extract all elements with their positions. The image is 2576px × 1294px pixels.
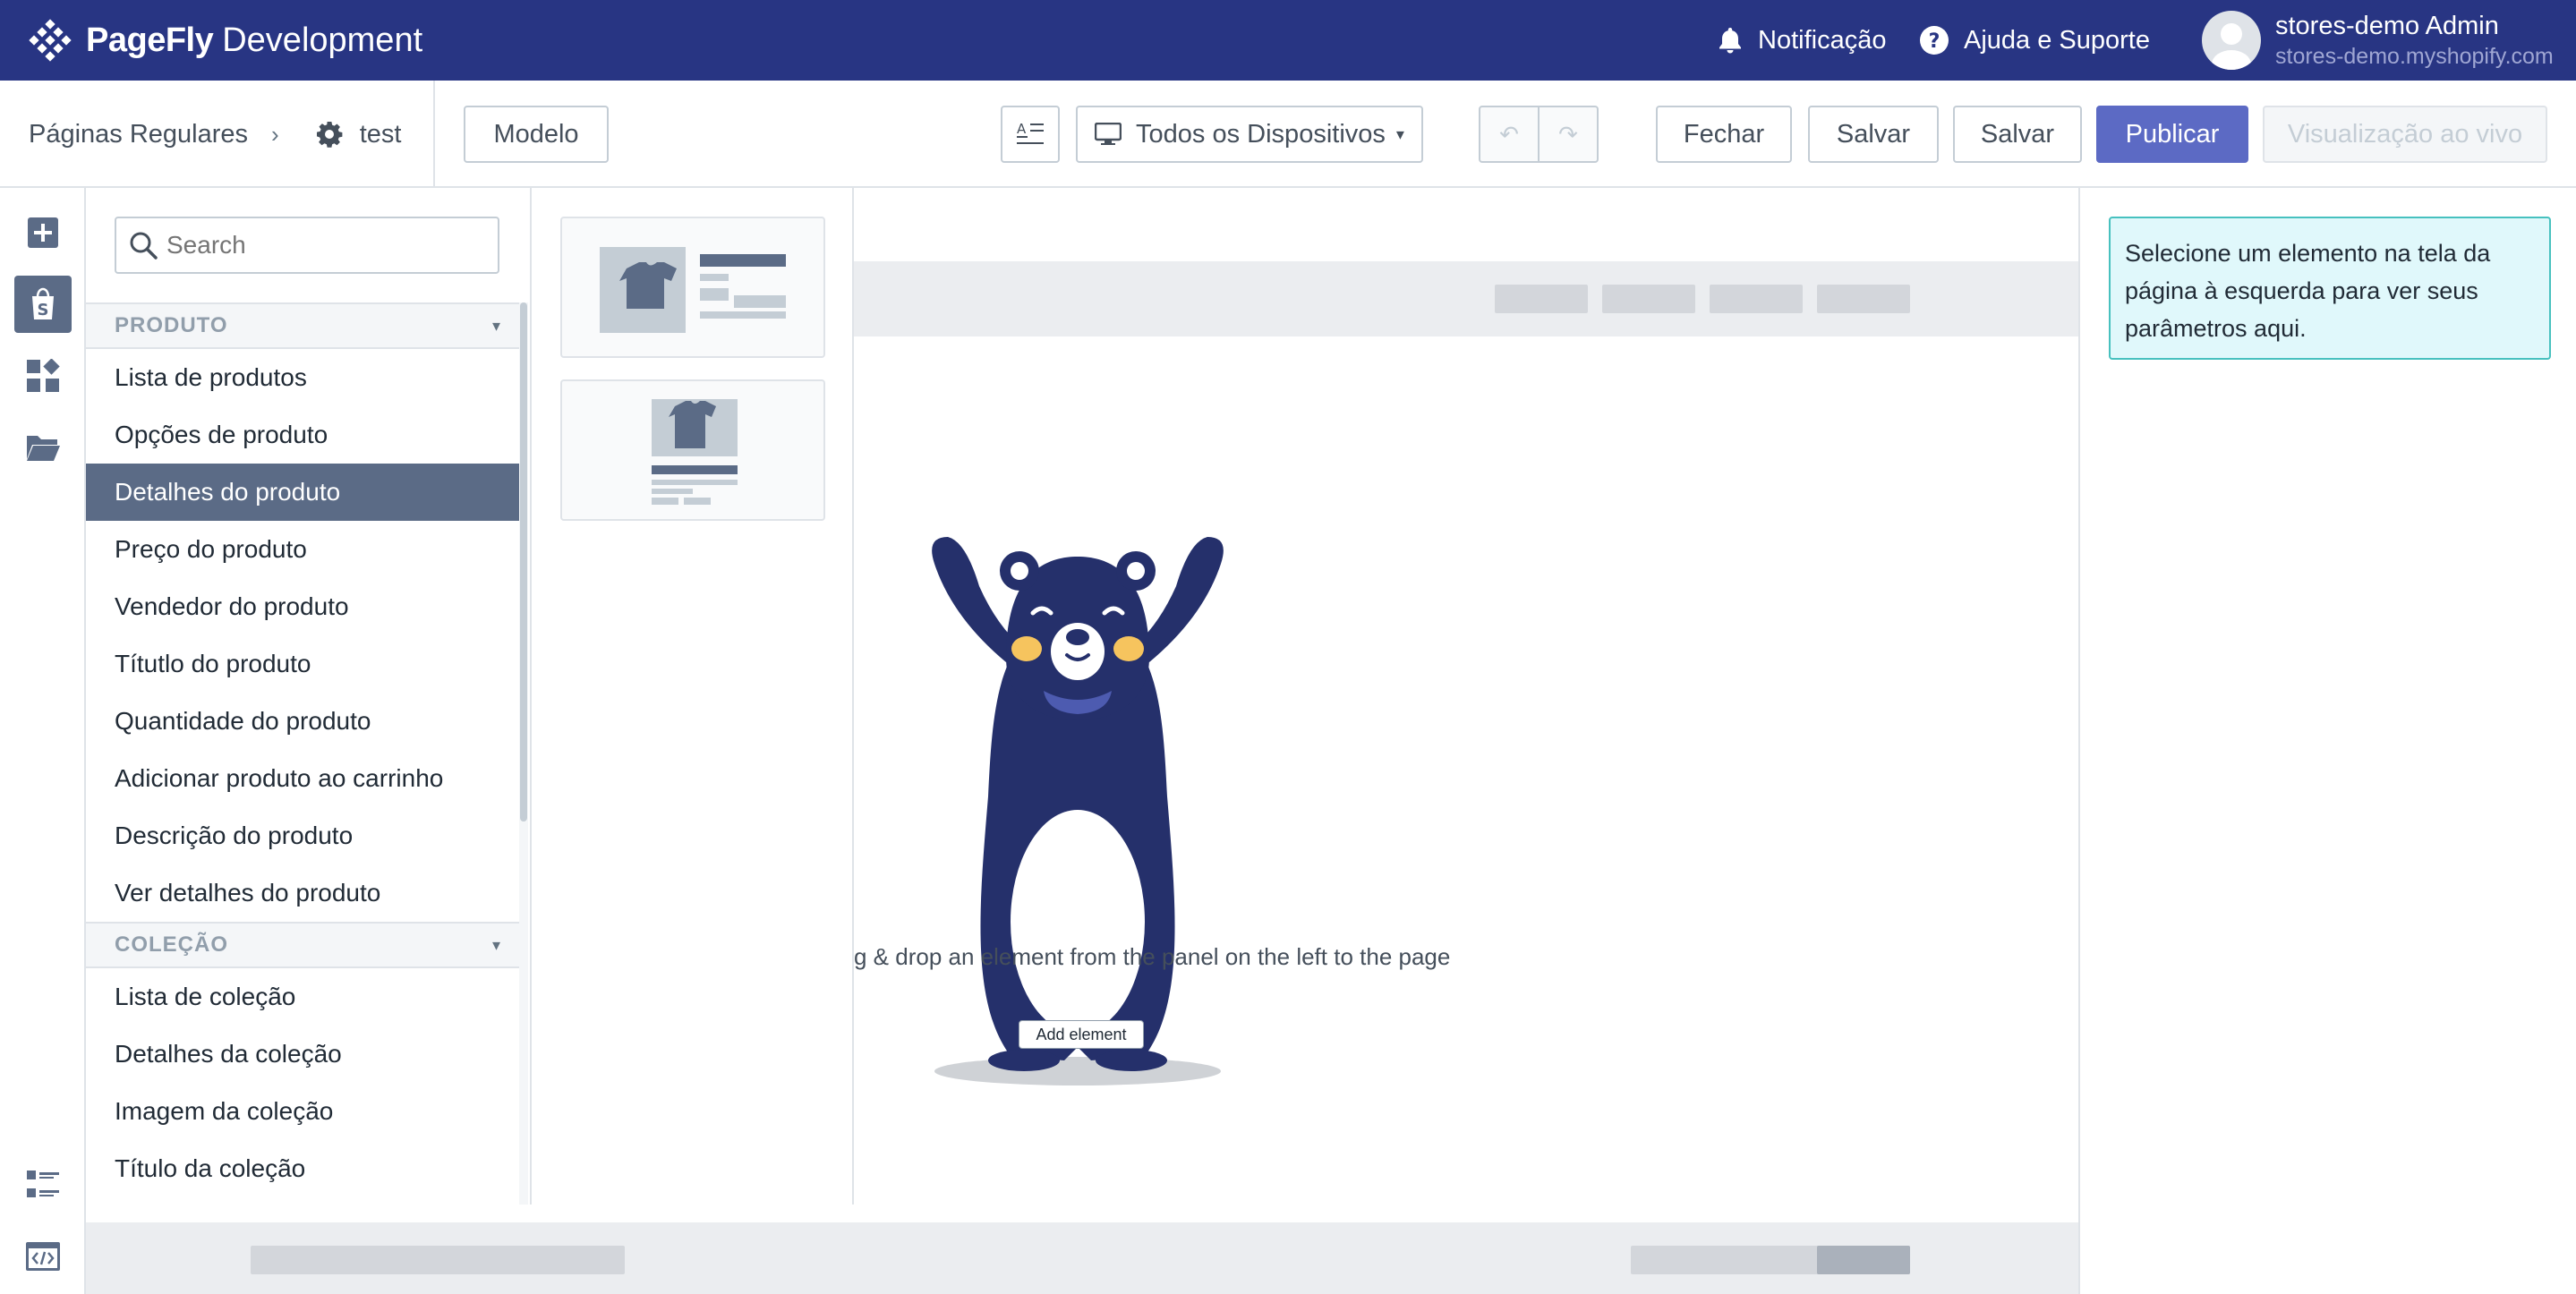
list-item[interactable]: Imagem da coleção [86,1083,519,1140]
breadcrumb-current[interactable]: test [360,120,402,149]
icon-rail: S [0,188,86,1294]
scrollbar-thumb[interactable] [520,302,527,822]
list-item[interactable]: Descrição do produto [86,807,519,864]
placeholder-bar [1817,1246,1910,1274]
product-layout-vertical-icon [652,399,738,505]
list-item[interactable]: Lista de coleção [86,968,519,1026]
shopify-bag-icon: S [32,287,54,319]
settings-panel: Selecione um elemento na tela da página … [2078,188,2576,1294]
code-window-icon [26,1242,60,1271]
live-preview-button[interactable]: Visualização ao vivo [2263,106,2547,163]
user-menu[interactable]: stores-demo Admin stores-demo.myshopify.… [2202,5,2554,75]
list-item[interactable]: Quantidade do produto [86,693,519,750]
notification-button[interactable]: Notificação [1717,18,1886,63]
pagefly-editor: PageFly Development Notificação ? Ajuda … [0,0,2576,1294]
placeholder-bar [1602,285,1695,313]
product-layout-horizontal-icon [600,247,786,333]
folder-open-icon [27,436,60,461]
template-button[interactable]: Modelo [464,106,609,163]
placeholder-bar [1710,285,1803,313]
breadcrumb-separator: › [271,120,279,148]
settings-info-banner: Selecione um elemento na tela da página … [2109,217,2551,360]
device-select[interactable]: Todos os Dispositivos ▾ [1076,106,1423,163]
toolbar-divider [433,81,435,188]
list-item[interactable]: Detalhes da coleção [86,1026,519,1083]
list-item[interactable]: Título da coleção [86,1140,519,1197]
editor-toolbar: Páginas Regulares › test Modelo A Todos … [0,81,2576,188]
folder-icon[interactable] [14,419,72,476]
monitor-icon [1095,123,1122,145]
category-list: PRODUTO ▾ Lista de produtos Opções de pr… [86,302,519,1205]
question-circle-icon: ? [1920,26,1949,55]
add-element-icon[interactable] [14,204,72,261]
category-title: PRODUTO [115,313,228,337]
code-icon[interactable] [14,1228,72,1285]
widgets-icon[interactable] [14,347,72,404]
brand[interactable]: PageFly Development [29,16,422,64]
text-format-icon: A [1017,121,1044,144]
list-item[interactable]: Preço do produto [86,521,519,578]
text-format-button[interactable]: A [1001,106,1060,163]
user-name: stores-demo Admin [2275,12,2499,40]
placeholder-bar [1817,285,1910,313]
svg-text:S: S [38,301,49,319]
list-item[interactable]: Opções de produto [86,406,519,464]
plus-square-icon [28,217,58,248]
brand-name: PageFly [86,21,214,59]
bell-icon [1719,28,1741,54]
user-silhouette-icon [2212,23,2251,70]
list-item[interactable]: Ver detalhes do produto [86,864,519,922]
list-icon[interactable] [14,1156,72,1213]
variant-card[interactable] [560,217,825,358]
caret-down-icon: ▾ [491,316,501,335]
chevron-down-icon: ▾ [1395,124,1404,143]
undo-button[interactable]: ↶ [1480,107,1538,161]
redo-button[interactable]: ↷ [1538,107,1597,161]
placeholder-bar [251,1246,625,1274]
save-secondary-button[interactable]: Salvar [1953,106,2082,163]
help-button[interactable]: ? Ajuda e Suporte [1919,18,2150,63]
notification-label: Notificação [1758,25,1887,55]
list-item[interactable]: Vendedor do produto [86,578,519,635]
panel-scrollbar[interactable] [519,302,528,1205]
save-button[interactable]: Salvar [1808,106,1939,163]
canvas-footer-placeholder [86,1222,2078,1294]
grid-blocks-icon [27,359,60,392]
list-item[interactable]: Lista de produtos [86,349,519,406]
avatar [2202,11,2261,70]
add-element-button[interactable]: Add element [1019,1020,1144,1049]
publish-button[interactable]: Publicar [2096,106,2248,163]
top-bar: PageFly Development Notificação ? Ajuda … [0,0,2576,81]
svg-text:?: ? [1929,30,1941,53]
caret-down-icon: ▾ [491,935,501,954]
device-label: Todos os Dispositivos [1136,119,1386,149]
list-item-selected[interactable]: Detalhes do produto [86,464,519,521]
gear-icon[interactable] [315,120,344,149]
variant-card[interactable] [560,379,825,521]
variant-panel [530,188,854,1205]
page-canvas[interactable]: g & drop an element from the panel on th… [854,188,2078,1294]
drop-hint: g & drop an element from the panel on th… [854,943,1451,970]
category-header-produto[interactable]: PRODUTO ▾ [86,302,519,349]
user-store: stores-demo.myshopify.com [2275,44,2554,69]
bear-mascot-illustration [932,537,1224,1085]
undo-redo-group: ↶ ↷ [1479,106,1599,163]
svg-text:A: A [1017,121,1027,137]
breadcrumb: Páginas Regulares › test [29,81,401,188]
help-label: Ajuda e Suporte [1964,25,2150,55]
breadcrumb-parent[interactable]: Páginas Regulares [29,120,248,149]
layers-list-icon [27,1171,59,1197]
element-panel: PRODUTO ▾ Lista de produtos Opções de pr… [86,188,530,1205]
list-item[interactable]: Títutlo do produto [86,635,519,693]
category-title: COLEÇÃO [115,932,228,957]
close-button[interactable]: Fechar [1656,106,1792,163]
search-input[interactable] [115,217,499,274]
brand-suffix: Development [222,21,423,59]
shopify-icon[interactable]: S [14,276,72,333]
search-icon [130,232,158,260]
list-item[interactable]: Adicionar produto ao carrinho [86,750,519,807]
category-header-colecao[interactable]: COLEÇÃO ▾ [86,922,519,968]
pagefly-logo-icon [29,19,72,62]
placeholder-bar [1495,285,1588,313]
